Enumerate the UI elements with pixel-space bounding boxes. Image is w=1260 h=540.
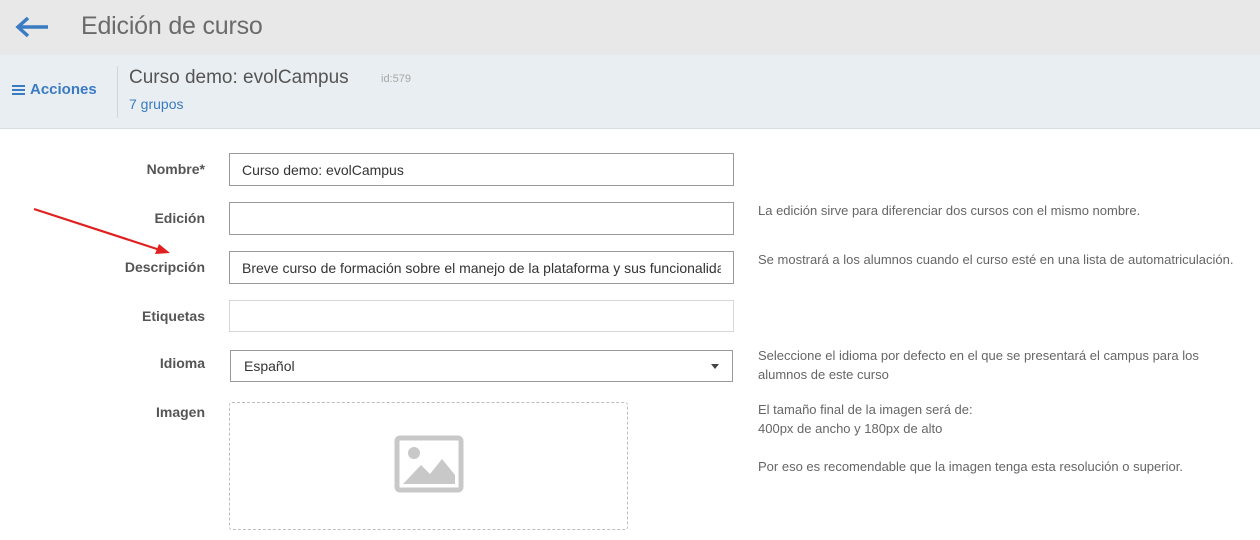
actions-label: Acciones xyxy=(30,81,97,98)
arrow-left-icon xyxy=(15,16,48,38)
image-upload-dropzone[interactable] xyxy=(229,402,628,530)
image-placeholder-icon xyxy=(394,435,464,493)
etiquetas-label: Etiquetas xyxy=(141,308,205,324)
idioma-select[interactable]: Español xyxy=(230,350,733,382)
descripcion-help: Se mostrará a los alumnos cuando el curs… xyxy=(758,252,1234,267)
imagen-help: El tamaño final de la imagen será de: 40… xyxy=(758,400,1183,476)
course-id: id:579 xyxy=(381,73,411,85)
back-button[interactable] xyxy=(14,14,52,40)
idioma-help-line: Seleccione el idioma por defecto en el q… xyxy=(758,348,1199,363)
hamburger-icon xyxy=(12,83,25,97)
edicion-label: Edición xyxy=(154,210,205,226)
page-title: Edición de curso xyxy=(81,12,263,40)
course-subheader: Acciones Curso demo: evolCampus id:579 7… xyxy=(0,55,1260,129)
imagen-label: Imagen xyxy=(155,404,205,420)
descripcion-label: Descripción xyxy=(124,259,205,275)
idioma-help: Seleccione el idioma por defecto en el q… xyxy=(758,346,1199,384)
course-name: Curso demo: evolCampus xyxy=(129,67,349,88)
actions-menu-button[interactable]: Acciones xyxy=(12,81,97,98)
caret-down-icon xyxy=(711,364,719,369)
descripcion-input[interactable] xyxy=(229,251,734,284)
edicion-help: La edición sirve para diferenciar dos cu… xyxy=(758,203,1141,218)
idioma-label: Idioma xyxy=(159,355,205,371)
nombre-label: Nombre* xyxy=(146,161,205,177)
idioma-selected-value: Español xyxy=(244,358,295,374)
top-bar: Edición de curso xyxy=(0,0,1260,55)
imagen-help-line: El tamaño final de la imagen será de: xyxy=(758,402,973,417)
imagen-help-line: Por eso es recomendable que la imagen te… xyxy=(758,459,1183,474)
etiquetas-input[interactable] xyxy=(229,300,734,332)
imagen-help-line: 400px de ancho y 180px de alto xyxy=(758,421,943,436)
idioma-help-line: alumnos de este curso xyxy=(758,367,889,382)
nombre-input[interactable] xyxy=(229,153,734,186)
divider xyxy=(117,66,118,118)
edicion-input[interactable] xyxy=(229,202,734,235)
groups-link[interactable]: 7 grupos xyxy=(129,96,183,112)
